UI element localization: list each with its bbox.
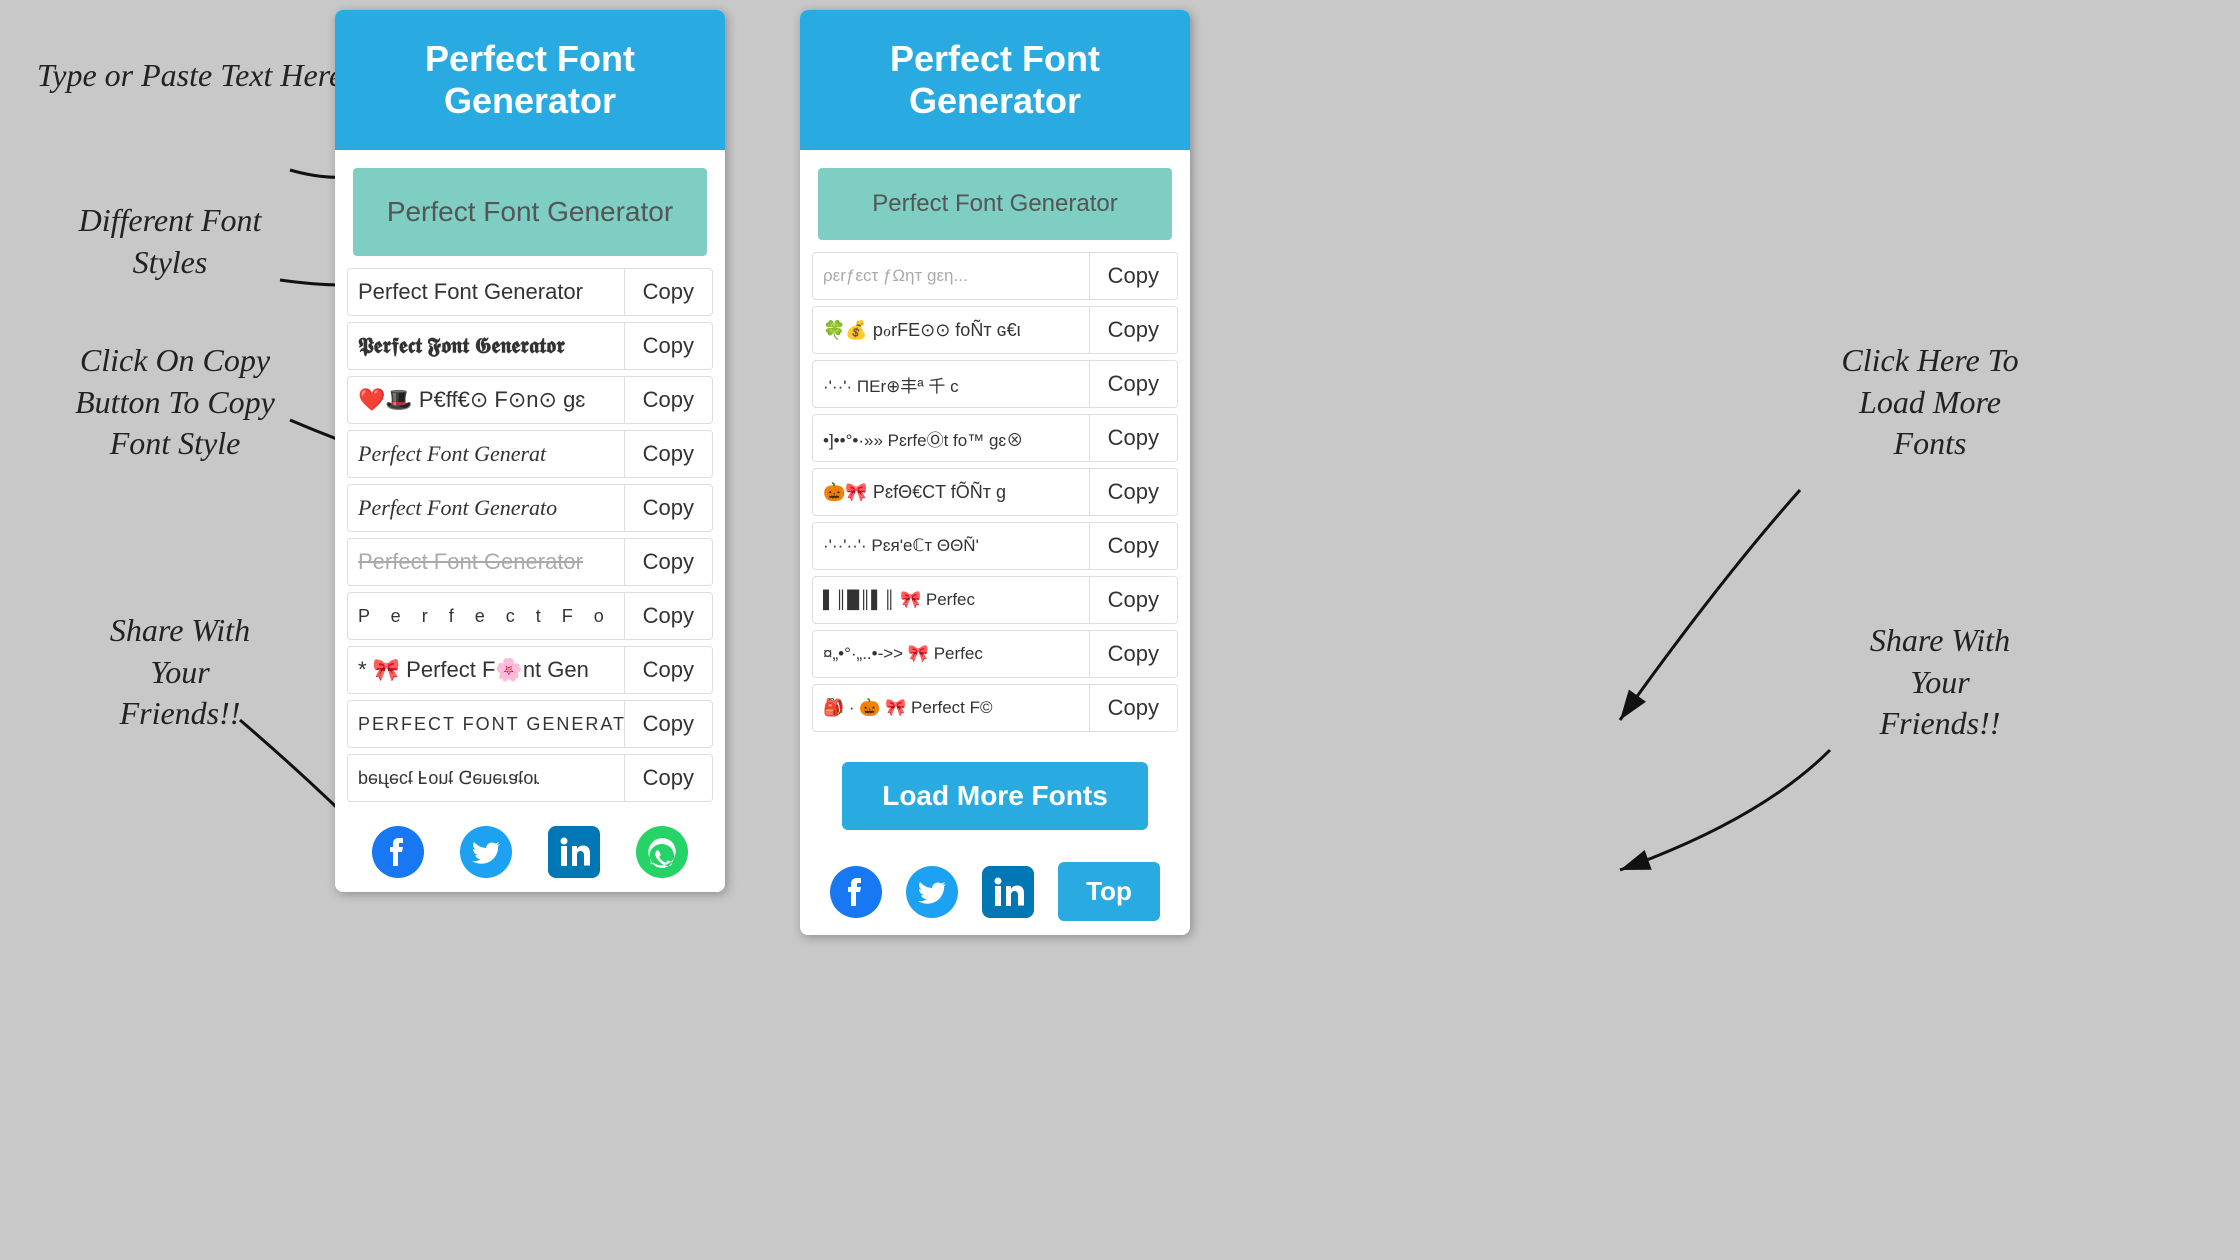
right-font-row-3: •]••°•·»» PɛrfeⓄt fo™ gɛ⊗ Copy	[812, 414, 1178, 462]
right-copy-btn-8[interactable]: Copy	[1089, 685, 1177, 731]
right-font-row-6: ▌║█║▌║ 🎀 Perfec Copy	[812, 576, 1178, 624]
font-text-1: Perfect Font Generator	[348, 269, 624, 315]
right-font-text-7: ¤„•°·„..•->> 🎀 Perfec	[813, 634, 1089, 674]
font-text-3: ❤️🎩 P€ff€⊙ F⊙n⊙ gɛ	[348, 377, 624, 423]
font-row-10: ɹoʇɐɹǝuǝ⅁ ʇuoℲ ʇɔǝɟɹǝd Copy	[347, 754, 713, 802]
right-input-box[interactable]: Perfect Font Generator	[818, 168, 1172, 240]
right-font-row-0: ρεrƒεcτ ƒΩηт gεη... Copy	[812, 252, 1178, 300]
left-header-title: Perfect Font Generator	[425, 38, 635, 121]
font-row-7: P e r f e c t F o n t Copy	[347, 592, 713, 640]
left-input-box[interactable]: Perfect Font Generator	[353, 168, 707, 256]
font-text-2: 𝕻𝖊𝖗𝖋𝖊𝖈𝖙 𝕱𝖔𝖓𝖙 𝕲𝖊𝖓𝖊𝖗𝖆𝖙𝖔𝖗	[348, 323, 624, 369]
font-row-1: Perfect Font Generator Copy	[347, 268, 713, 316]
font-text-4: Perfect Font Generat	[348, 431, 624, 477]
font-row-4: Perfect Font Generat Copy	[347, 430, 713, 478]
input-text: Perfect Font Generator	[387, 196, 673, 227]
annotation-share-right: Share WithYourFriends!!	[1790, 620, 2090, 745]
right-font-text-0: ρεrƒεcτ ƒΩηт gεη...	[813, 256, 1089, 296]
right-copy-btn-7[interactable]: Copy	[1089, 631, 1177, 677]
load-more-button[interactable]: Load More Fonts	[842, 762, 1148, 830]
copy-btn-9[interactable]: Copy	[624, 701, 712, 747]
right-panel-header: Perfect Font Generator	[800, 10, 1190, 150]
font-text-7: P e r f e c t F o n t	[348, 596, 624, 637]
right-font-row-1: 🍀💰 pℴrFE⊙⊙ foÑт ɢ€ι Copy	[812, 306, 1178, 354]
right-copy-btn-1[interactable]: Copy	[1089, 307, 1177, 353]
left-panel: Perfect Font Generator Perfect Font Gene…	[335, 10, 725, 892]
annotation-font-styles: Different FontStyles	[30, 200, 310, 283]
right-font-text-6: ▌║█║▌║ 🎀 Perfec	[813, 580, 1089, 620]
social-bar-right: Top	[800, 848, 1190, 935]
right-copy-btn-4[interactable]: Copy	[1089, 469, 1177, 515]
right-font-text-4: 🎃🎀 PɛfΘ€CT fÕÑт g	[813, 472, 1089, 513]
right-font-row-8: 🎒 · 🎃 🎀 Perfect F© Copy	[812, 684, 1178, 732]
copy-btn-4[interactable]: Copy	[624, 431, 712, 477]
copy-btn-3[interactable]: Copy	[624, 377, 712, 423]
font-text-9: PERFECT FONT GENERATOR	[348, 704, 624, 745]
copy-btn-1[interactable]: Copy	[624, 269, 712, 315]
right-font-text-2: ·'··'· ΠΕr⊕丰ª 千 c	[813, 362, 1089, 407]
right-copy-btn-5[interactable]: Copy	[1089, 523, 1177, 569]
copy-btn-2[interactable]: Copy	[624, 323, 712, 369]
right-linkedin-icon[interactable]	[982, 866, 1034, 918]
font-row-9: PERFECT FONT GENERATOR Copy	[347, 700, 713, 748]
copy-btn-6[interactable]: Copy	[624, 539, 712, 585]
copy-btn-10[interactable]: Copy	[624, 755, 712, 801]
copy-btn-5[interactable]: Copy	[624, 485, 712, 531]
top-button[interactable]: Top	[1058, 862, 1160, 921]
right-font-text-1: 🍀💰 pℴrFE⊙⊙ foÑт ɢ€ι	[813, 310, 1089, 351]
annotation-click-copy: Click On CopyButton To CopyFont Style	[20, 340, 330, 465]
copy-btn-7[interactable]: Copy	[624, 593, 712, 639]
font-row-8: * 🎀 Perfect F🌸nt Gen Copy	[347, 646, 713, 694]
font-row-2: 𝕻𝖊𝖗𝖋𝖊𝖈𝖙 𝕱𝖔𝖓𝖙 𝕲𝖊𝖓𝖊𝖗𝖆𝖙𝖔𝖗 Copy	[347, 322, 713, 370]
social-bar-left	[335, 808, 725, 892]
right-facebook-icon[interactable]	[830, 866, 882, 918]
annotation-type-paste: Type or Paste Text Here	[30, 55, 350, 97]
font-text-5: Perfect Font Generato	[348, 485, 624, 531]
right-font-text-3: •]••°•·»» PɛrfeⓄt fo™ gɛ⊗	[813, 416, 1089, 461]
right-font-row-2: ·'··'· ΠΕr⊕丰ª 千 c Copy	[812, 360, 1178, 408]
right-font-row-5: ·'··'··'· Pɛя'eℂт ΘΘÑ' Copy	[812, 522, 1178, 570]
right-copy-btn-3[interactable]: Copy	[1089, 415, 1177, 461]
facebook-icon[interactable]	[372, 826, 424, 878]
font-row-3: ❤️🎩 P€ff€⊙ F⊙n⊙ gɛ Copy	[347, 376, 713, 424]
right-copy-btn-6[interactable]: Copy	[1089, 577, 1177, 623]
font-text-8: * 🎀 Perfect F🌸nt Gen	[348, 647, 624, 693]
font-text-10: ɹoʇɐɹǝuǝ⅁ ʇuoℲ ʇɔǝɟɹǝd	[348, 758, 624, 799]
right-copy-btn-2[interactable]: Copy	[1089, 361, 1177, 407]
twitter-icon[interactable]	[460, 826, 512, 878]
whatsapp-icon[interactable]	[636, 826, 688, 878]
font-row-6: Perfect Font Generator Copy	[347, 538, 713, 586]
right-copy-btn-0[interactable]: Copy	[1089, 253, 1177, 299]
annotation-share-left: Share WithYourFriends!!	[50, 610, 310, 735]
right-panel: Perfect Font Generator Perfect Font Gene…	[800, 10, 1190, 935]
right-font-text-8: 🎒 · 🎃 🎀 Perfect F©	[813, 688, 1089, 728]
right-twitter-icon[interactable]	[906, 866, 958, 918]
font-text-6: Perfect Font Generator	[348, 539, 624, 585]
linkedin-icon[interactable]	[548, 826, 600, 878]
copy-btn-8[interactable]: Copy	[624, 647, 712, 693]
right-font-row-7: ¤„•°·„..•->> 🎀 Perfec Copy	[812, 630, 1178, 678]
annotation-load-more: Click Here ToLoad MoreFonts	[1760, 340, 2100, 465]
left-panel-header: Perfect Font Generator	[335, 10, 725, 150]
font-row-5: Perfect Font Generato Copy	[347, 484, 713, 532]
right-font-text-5: ·'··'··'· Pɛя'eℂт ΘΘÑ'	[813, 526, 1089, 566]
right-header-title: Perfect Font Generator	[890, 38, 1100, 121]
right-font-row-4: 🎃🎀 PɛfΘ€CT fÕÑт g Copy	[812, 468, 1178, 516]
right-input-text: Perfect Font Generator	[872, 190, 1117, 217]
